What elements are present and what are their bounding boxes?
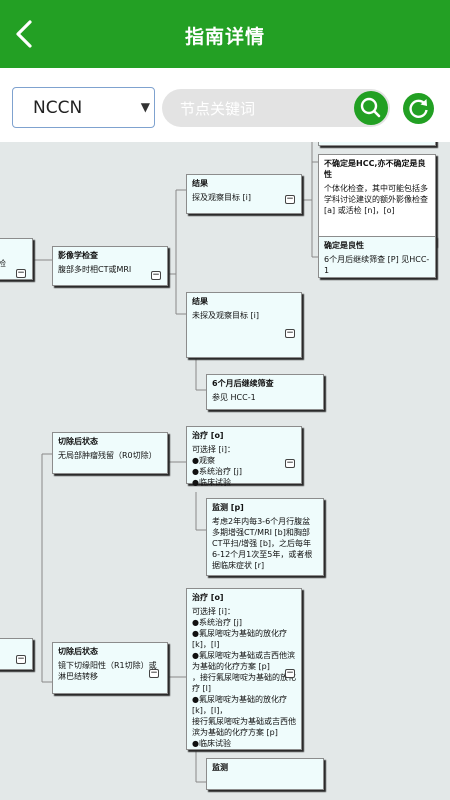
node-title: 影像学检查 [58, 251, 98, 260]
node-title: 确定是良性 [324, 241, 364, 250]
guideline-select[interactable]: NCCN ▼ [12, 87, 155, 128]
node-treatment-2[interactable]: 治疗 [o] 可选择 [i]： ●系统治疗 [j] ●氟尿嘧啶为基础的放化疗 [… [186, 588, 302, 750]
node-left-edge[interactable]: 检 − [0, 238, 33, 280]
node-monitoring-2[interactable]: 监测 [206, 758, 324, 790]
search-input[interactable]: 节点关键词 [180, 98, 255, 119]
node-title: 治疗 [o] [192, 593, 224, 602]
collapse-button[interactable]: − [16, 655, 26, 664]
node-undetermined[interactable]: 不确定是HCC,亦不确定是良性 个体化检查，其中可能包括多学科讨论建议的额外影像… [318, 154, 436, 246]
node-text: 腹部多时相CT或MRI [58, 265, 132, 274]
page-title: 指南详情 [184, 26, 265, 48]
refresh-button[interactable] [403, 93, 434, 124]
node-treatment-1[interactable]: 治疗 [o] 可选择 [i]： ●观察 ●系统治疗 [j] ●临床试验 − [186, 426, 302, 487]
collapse-button[interactable]: − [285, 195, 295, 204]
node-text: 无局部肿瘤残留（R0切除） [58, 451, 157, 460]
app-header: 指南详情 [0, 0, 450, 68]
node-imaging[interactable]: 影像学检查 腹部多时相CT或MRI − [52, 246, 168, 286]
node-title: 结果 [192, 179, 208, 188]
node-post-resection[interactable]: 切除后状态 无局部肿瘤残留（R0切除） [52, 432, 168, 474]
node-text: 可选择 [i]： ●系统治疗 [j] ●氟尿嘧啶为基础的放化疗 [k]，[l] … [192, 607, 296, 748]
node-title: 监测 [p] [212, 503, 244, 512]
node-left-edge-2[interactable]: − [0, 638, 33, 670]
node-monitoring-1[interactable]: 监测 [p] 考虑2年内每3-6个月行腹盆多期增强CT/MRI [b]和胸部CT… [206, 498, 324, 576]
search-icon [360, 97, 381, 118]
search-box[interactable]: 节点关键词 [162, 89, 390, 127]
node-title: 监测 [212, 763, 228, 772]
node-top-stub[interactable] [318, 142, 436, 146]
node-text: 可选择 [i]： ●观察 ●系统治疗 [j] ●临床试验 [192, 445, 242, 487]
node-text: 6个月后继续筛查 [P] 见HCC-1 [324, 255, 430, 275]
node-post-resection-2[interactable]: 切除后状态 镜下切缘阳性（R1切除）或 淋巴结转移 − [52, 642, 168, 694]
search-button[interactable] [354, 91, 388, 125]
guideline-select-value: NCCN [33, 98, 83, 118]
node-result-not-detected[interactable]: 结果 未探及观察目标 [i] − [186, 292, 302, 358]
node-result-detected[interactable]: 结果 探及观察目标 [i] − [186, 174, 302, 214]
node-title: 治疗 [o] [192, 431, 224, 440]
node-text: 参见 HCC-1 [212, 393, 256, 402]
node-text: 个体化检查，其中可能包括多学科讨论建议的额外影像检查 [a] 或活检 [n]，[… [324, 184, 428, 215]
collapse-button[interactable]: − [151, 271, 161, 280]
refresh-icon [409, 99, 428, 118]
collapse-button[interactable]: − [16, 269, 26, 278]
collapse-button[interactable]: − [149, 669, 159, 678]
node-title: 切除后状态 [58, 647, 98, 656]
node-benign[interactable]: 确定是良性 6个月后继续筛查 [P] 见HCC-1 [318, 236, 436, 278]
node-title: 6个月后继续筛查 [212, 379, 274, 388]
node-text: 未探及观察目标 [i] [192, 311, 260, 320]
node-text: 镜下切缘阳性（R1切除）或 淋巴结转移 [58, 661, 157, 681]
flowchart-canvas[interactable]: 不确定是HCC,亦不确定是良性 个体化检查，其中可能包括多学科讨论建议的额外影像… [0, 142, 450, 800]
node-text: 考虑2年内每3-6个月行腹盆多期增强CT/MRI [b]和胸部CT平扫/增强 [… [212, 517, 313, 570]
caret-down-icon: ▼ [140, 100, 150, 114]
collapse-button[interactable]: − [285, 459, 295, 468]
node-title: 切除后状态 [58, 437, 98, 446]
node-title: 不确定是HCC,亦不确定是良性 [324, 159, 426, 179]
node-text: 探及观察目标 [i] [192, 193, 252, 202]
collapse-button[interactable]: − [285, 329, 295, 338]
node-title: 结果 [192, 297, 208, 306]
collapse-button[interactable]: − [285, 669, 295, 678]
node-rescreen[interactable]: 6个月后继续筛查 参见 HCC-1 [206, 374, 324, 410]
